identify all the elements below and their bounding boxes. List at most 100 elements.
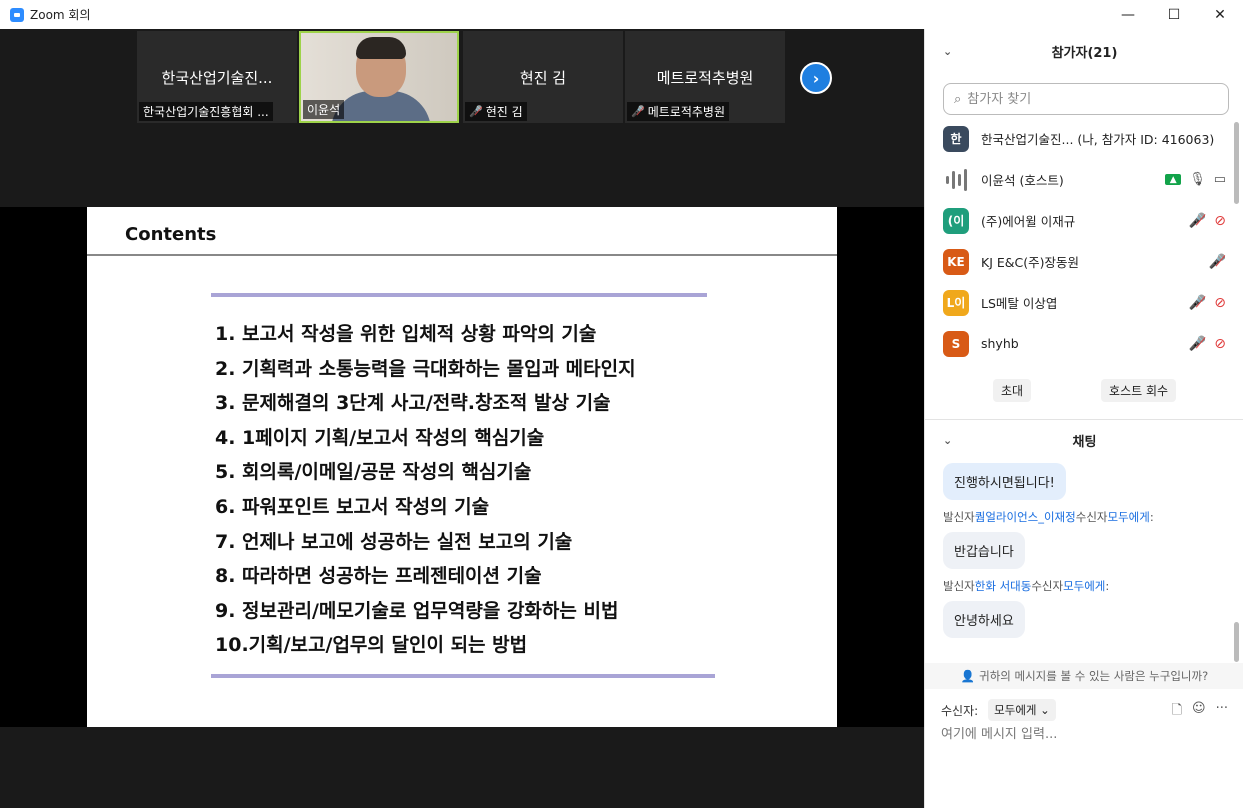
participant-actions: 초대 호스트 회수 — [925, 379, 1243, 402]
side-panel: ⌄ 참가자(21) ⌕ 한 한국산업기술진... (나, 참가자 ID: 416… — [924, 29, 1243, 808]
tile-label: 한국산업기술진흥협회 ... — [139, 102, 273, 121]
emoji-icon[interactable]: ☺ — [1192, 701, 1206, 723]
slide-item: 1. 보고서 작성을 위한 입체적 상황 파악의 기술 — [215, 323, 597, 345]
participant-status: 🎤̸ ⊘ — [1189, 282, 1226, 323]
video-tile[interactable]: 현진 김 🎤̸ 현진 김 — [463, 31, 623, 123]
title-bar: Zoom 회의 — ☐ ✕ — [0, 0, 1243, 29]
slide-item: 4. 1페이지 기획/보고서 작성의 핵심기술 — [215, 426, 545, 449]
search-icon: ⌕ — [954, 91, 962, 107]
video-off-icon: ⊘ — [1214, 335, 1226, 352]
mic-muted-icon: 🎤̸ — [631, 105, 645, 118]
chat-message-input[interactable] — [941, 727, 1227, 742]
participant-name: (주)에어윌 이재규 — [981, 214, 1076, 229]
mic-muted-icon: 🎤̸ — [1208, 253, 1226, 270]
recipient-select[interactable]: 모두에게 ⌄ — [988, 699, 1056, 721]
avatar: 한 — [943, 125, 969, 152]
slide-accent-bar — [211, 674, 715, 678]
collapse-chevron-icon[interactable]: ⌄ — [943, 434, 952, 447]
close-button[interactable]: ✕ — [1197, 0, 1243, 29]
tile-name: 한국산업기술진... — [161, 69, 273, 87]
participant-row[interactable]: S shyhb 🎤̸ ⊘ — [925, 323, 1243, 364]
sender-link[interactable]: 퀌얼라이언스_이재정 — [975, 510, 1076, 524]
tile-name: 메트로적추병원 — [656, 69, 754, 87]
recipient-row: 수신자: 모두에게 ⌄ — [941, 699, 1056, 721]
chat-sender-line: 발신자퀌얼라이언스_이재정수신자모두에게: — [943, 510, 1154, 524]
video-off-icon: ⊘ — [1214, 212, 1226, 229]
tile-name: 현진 김 — [519, 69, 567, 87]
video-tile[interactable]: 메트로적추병원 🎤̸ 메트로적추병원 — [625, 31, 785, 123]
participant-status: 🎤̸ — [1209, 241, 1226, 282]
screen-share-icon: ▲ — [1165, 174, 1182, 185]
participant-name: shyhb — [981, 336, 1019, 351]
participant-status: 🎤̸ ⊘ — [1189, 200, 1226, 241]
avatar: KE — [943, 248, 969, 275]
tile-label: 🎤̸ 현진 김 — [465, 102, 527, 121]
slide-title: Contents — [125, 224, 217, 245]
reclaim-host-button[interactable]: 호스트 회수 — [1101, 379, 1177, 402]
chat-scrollbar[interactable] — [1234, 622, 1239, 662]
participant-name: LS메탈 이상엽 — [981, 296, 1058, 311]
participant-name: 한국산업기술진... (나, 참가자 ID: 416063) — [981, 132, 1215, 147]
zoom-app-icon — [10, 7, 24, 22]
participant-search: ⌕ — [943, 83, 1229, 115]
slide-item: 9. 정보관리/메모기술로 업무역량을 강화하는 비법 — [215, 599, 619, 622]
chat-messages: 진행하시면됩니다! 발신자퀌얼라이언스_이재정수신자모두에게: 반갑습니다 발신… — [925, 463, 1243, 661]
window-title: Zoom 회의 — [30, 8, 91, 22]
participant-name: KJ E&C(주)장동원 — [981, 255, 1079, 270]
participant-row[interactable]: 한 한국산업기술진... (나, 참가자 ID: 416063) — [925, 118, 1243, 159]
participant-status: 🎤̸ ⊘ — [1189, 323, 1226, 364]
slide-accent-bar — [211, 293, 707, 297]
mic-muted-icon: 🎤̸ — [469, 105, 483, 118]
participant-row[interactable]: L이 LS메탈 이상엽 🎤̸ ⊘ — [925, 282, 1243, 323]
chevron-down-icon: ⌄ — [1040, 703, 1050, 717]
slide-item: 10.기획/보고/업무의 달인이 되는 방법 — [215, 634, 528, 657]
slide-contents-list: 1. 보고서 작성을 위한 입체적 상황 파악의 기술 2. 기획력과 소통능력… — [215, 317, 636, 663]
chat-bubble: 안녕하세요 — [943, 601, 1025, 638]
slide-divider — [87, 254, 837, 256]
file-icon[interactable]: 🗋 — [1172, 701, 1182, 723]
chat-privacy-notice[interactable]: 👤 귀하의 메시지를 볼 수 있는 사람은 누구입니까? — [925, 663, 1243, 689]
recipient-label: 수신자: — [941, 703, 979, 718]
recipient-link[interactable]: 모두에게 — [1063, 579, 1105, 593]
chat-bubble: 반갑습니다 — [943, 532, 1025, 569]
tile-label: 🎤̸ 메트로적추병원 — [627, 102, 729, 121]
participants-scrollbar[interactable] — [1234, 122, 1239, 204]
mic-icon: 🎙 — [1189, 172, 1206, 187]
participant-search-input[interactable] — [967, 91, 1208, 107]
tile-label: 이윤석 — [303, 100, 345, 119]
minimize-button[interactable]: — — [1105, 0, 1151, 29]
gallery-strip: 한국산업기술진... 한국산업기술진흥협회 ... 이윤석 현진 김 🎤̸ 현진… — [0, 29, 924, 207]
maximize-button[interactable]: ☐ — [1151, 0, 1197, 29]
recipient-link[interactable]: 모두에게 — [1107, 510, 1149, 524]
participant-row[interactable]: 이윤석 (호스트) ▲ 🎙 ▭ — [925, 159, 1243, 200]
mic-muted-icon: 🎤̸ — [1188, 335, 1207, 352]
chat-bubble: 진행하시면됩니다! — [943, 463, 1066, 500]
slide-item: 2. 기획력과 소통능력을 극대화하는 몰입과 메타인지 — [215, 357, 636, 380]
participant-name: 이윤석 (호스트) — [981, 173, 1064, 188]
more-icon[interactable]: ··· — [1216, 701, 1228, 723]
participant-list: 한 한국산업기술진... (나, 참가자 ID: 416063) 이윤석 (호스… — [925, 118, 1243, 364]
next-page-button[interactable]: › — [800, 62, 832, 94]
participant-row[interactable]: KE KJ E&C(주)장동원 🎤̸ — [925, 241, 1243, 282]
video-area: 한국산업기술진... 한국산업기술진흥협회 ... 이윤석 현진 김 🎤̸ 현진… — [0, 29, 924, 808]
chat-composer: 수신자: 모두에게 ⌄ 🗋 ☺ ··· — [925, 689, 1243, 808]
participant-row[interactable]: (이 (주)에어윌 이재규 🎤̸ ⊘ — [925, 200, 1243, 241]
video-tile-active-speaker[interactable]: 이윤석 — [299, 31, 459, 123]
chat-sender-line: 발신자한화 서대동수신자모두에게: — [943, 579, 1110, 593]
sender-link[interactable]: 한화 서대동 — [975, 579, 1032, 593]
person-icon: 👤 — [960, 669, 976, 683]
invite-button[interactable]: 초대 — [992, 379, 1032, 402]
composer-tools: 🗋 ☺ ··· — [1172, 701, 1228, 723]
video-tile[interactable]: 한국산업기술진... 한국산업기술진흥협회 ... — [137, 31, 297, 123]
window-controls: — ☐ ✕ — [1105, 0, 1243, 29]
video-off-icon: ⊘ — [1214, 294, 1226, 311]
participants-header: ⌄ 참가자(21) — [943, 44, 1118, 61]
mic-muted-icon: 🎤̸ — [1188, 294, 1207, 311]
slide-item: 8. 따라하면 성공하는 프레젠테이션 기술 — [215, 565, 542, 588]
video-camera-icon: ▭ — [1213, 172, 1226, 187]
slide-item: 6. 파워포인트 보고서 작성의 기술 — [215, 495, 490, 518]
slide-item: 5. 회의록/이메일/공문 작성의 핵심기술 — [215, 461, 532, 484]
mic-muted-icon: 🎤̸ — [1188, 212, 1207, 229]
participant-status: ▲ 🎙 ▭ — [1165, 159, 1226, 200]
collapse-chevron-icon[interactable]: ⌄ — [943, 45, 952, 58]
